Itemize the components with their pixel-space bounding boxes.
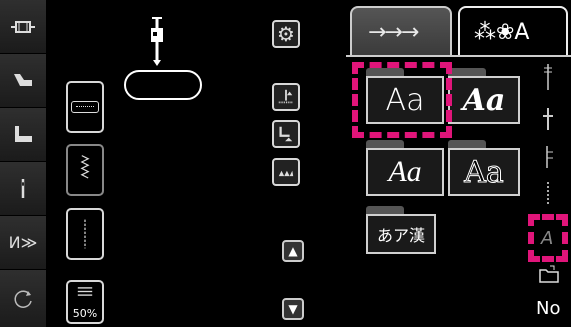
tab-stitch-patterns-label: →→→ — [368, 20, 419, 45]
presser-foot-button[interactable] — [0, 54, 46, 108]
buttonhole-stitch-button[interactable] — [66, 81, 104, 133]
small-size-label: A — [541, 228, 554, 249]
left-toolbar: И≫ — [0, 0, 46, 327]
needle-icon — [21, 178, 25, 198]
pivot-icon — [279, 126, 293, 142]
font-label: Aa — [388, 155, 422, 188]
small-font-size-button[interactable]: A — [528, 214, 568, 262]
needle-stop-button[interactable] — [272, 83, 300, 111]
feed-dog-button[interactable] — [272, 158, 300, 186]
presser-foot-icon — [14, 73, 32, 86]
folder-tab — [448, 68, 486, 76]
arrow-down-icon: ▼ — [288, 302, 298, 316]
stitch-foot-button[interactable] — [0, 108, 46, 162]
font-label: Aa — [464, 154, 505, 190]
tab-lettering-label: ⁂❀A — [474, 20, 530, 45]
folder-tab — [366, 206, 404, 214]
bobbin-icon — [11, 20, 35, 33]
scroll-up-button[interactable]: ▲ — [282, 240, 304, 262]
thread-cutter-icon: И≫ — [8, 233, 38, 252]
tab-stitch-patterns[interactable]: →→→ — [350, 6, 452, 56]
tension-percent: 50% — [72, 307, 98, 320]
footer-label: No — [536, 298, 561, 319]
font-button-script-bold[interactable]: Aa — [448, 76, 520, 124]
selected-font-highlight — [352, 62, 452, 138]
folder-tab — [448, 140, 486, 148]
needle-position-icon — [151, 17, 163, 66]
scroll-down-button[interactable]: ▼ — [282, 298, 304, 320]
rotate-button[interactable] — [0, 270, 46, 327]
stitch-foot-icon — [15, 125, 32, 142]
font-panel: →→→ ⁂❀A Aa Aa Aa Aa あア漢 A No — [346, 0, 571, 327]
bobbin-winding-button[interactable] — [0, 0, 46, 54]
tension-icon — [77, 287, 93, 296]
feed-dog-icon — [278, 170, 294, 176]
tab-divider — [346, 55, 571, 57]
tension-button[interactable]: 50% — [66, 280, 104, 324]
needle-stop-icon — [278, 89, 294, 104]
rotate-icon — [14, 290, 32, 308]
thread-cutter-button[interactable]: И≫ — [0, 216, 46, 270]
font-button-cursive[interactable]: Aa — [366, 148, 444, 196]
thread-spool-icon — [544, 64, 552, 90]
thread-guide-icon — [543, 108, 553, 130]
stitch-length-icon — [547, 182, 549, 206]
gear-icon: ⚙ — [277, 22, 295, 46]
buttonhole-preview — [124, 70, 202, 100]
font-label: Aa — [462, 82, 506, 118]
font-button-outline[interactable]: Aa — [448, 148, 520, 196]
tab-lettering[interactable]: ⁂❀A — [458, 6, 568, 56]
straight-stitch-button[interactable] — [66, 208, 104, 260]
needle-button[interactable] — [0, 162, 46, 216]
folder-open-icon[interactable] — [538, 264, 560, 284]
buttonhole-icon — [71, 101, 99, 113]
zigzag-icon — [80, 155, 90, 179]
font-label: あア漢 — [376, 226, 425, 245]
folder-tab — [366, 140, 404, 148]
zigzag-stitch-button[interactable] — [66, 144, 104, 196]
font-button-japanese[interactable]: あア漢 — [366, 214, 436, 254]
pivot-button[interactable] — [272, 120, 300, 148]
thread-tension-icon — [546, 146, 553, 168]
straight-stitch-icon — [84, 219, 86, 249]
arrow-up-icon: ▲ — [288, 244, 298, 258]
settings-button[interactable]: ⚙ — [272, 20, 300, 48]
